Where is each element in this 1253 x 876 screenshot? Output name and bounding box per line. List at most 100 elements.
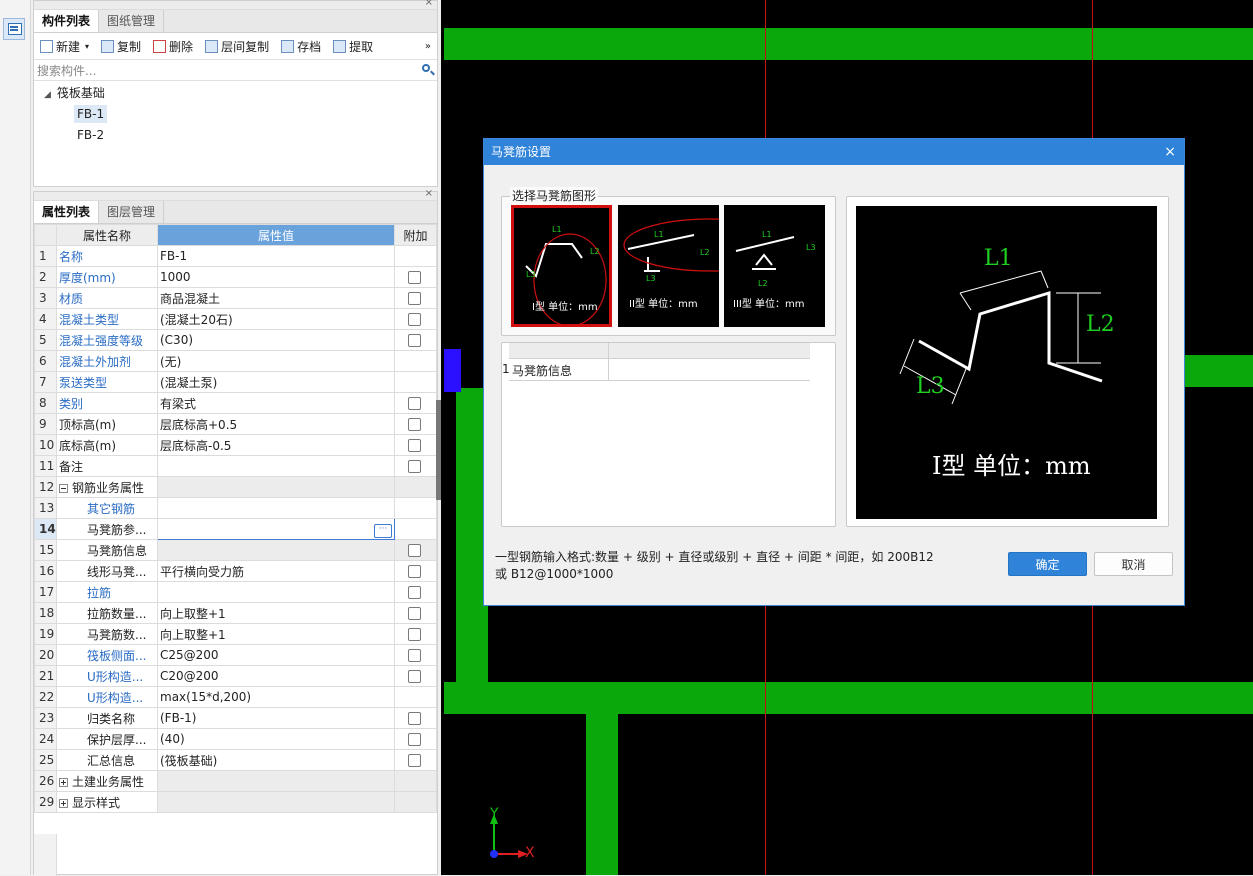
property-row[interactable]: 26 土建业务属性 xyxy=(34,770,437,792)
extra-checkbox[interactable] xyxy=(408,313,421,326)
property-value-cell[interactable]: 商品混凝土 xyxy=(157,287,395,309)
property-row[interactable]: 2 厚度(mm) 1000 xyxy=(34,266,437,288)
property-row[interactable]: 16 线形马凳... 平行横向受力筋 xyxy=(34,560,437,582)
property-row[interactable]: 13 其它钢筋 xyxy=(34,497,437,519)
property-row[interactable]: 10 底标高(m) 层底标高-0.5 xyxy=(34,434,437,456)
property-value-cell[interactable]: 层底标高-0.5 xyxy=(157,434,395,456)
extra-checkbox[interactable] xyxy=(408,733,421,746)
property-row[interactable]: 7 泵送类型 (混凝土泵) xyxy=(34,371,437,393)
expand-icon[interactable] xyxy=(59,798,68,808)
property-value-cell[interactable]: 向上取整+1 xyxy=(157,602,395,624)
tab-component-list[interactable]: 构件列表 xyxy=(34,10,100,32)
property-value-cell[interactable] xyxy=(157,770,395,792)
property-row[interactable]: 21 U形构造... C20@200 xyxy=(34,665,437,687)
property-row[interactable]: 18 拉筋数量... 向上取整+1 xyxy=(34,602,437,624)
extra-checkbox[interactable] xyxy=(408,670,421,683)
extra-checkbox[interactable] xyxy=(408,754,421,767)
property-value-cell[interactable]: 1000 xyxy=(157,266,395,288)
property-value-cell[interactable] xyxy=(157,791,395,813)
extra-checkbox[interactable] xyxy=(408,544,421,557)
search-icon[interactable] xyxy=(422,64,430,72)
property-value-cell[interactable]: 有梁式 xyxy=(157,392,395,414)
property-value-cell[interactable]: max(15*d,200) xyxy=(157,686,395,708)
floor-copy-button[interactable]: 层间复制 xyxy=(205,38,269,55)
info-table-row[interactable]: 1 马凳筋信息 xyxy=(502,359,810,381)
archive-button[interactable]: 存档 xyxy=(281,38,321,55)
expand-icon[interactable] xyxy=(59,777,68,787)
property-value-cell[interactable]: 层底标高+0.5 xyxy=(157,413,395,435)
extra-checkbox[interactable] xyxy=(408,397,421,410)
close-icon[interactable]: × xyxy=(425,0,433,8)
close-icon[interactable]: × xyxy=(1164,139,1176,165)
property-value-cell[interactable] xyxy=(157,581,395,603)
property-row[interactable]: 20 筏板侧面... C25@200 xyxy=(34,644,437,666)
property-row[interactable]: 19 马凳筋数... 向上取整+1 xyxy=(34,623,437,645)
property-row[interactable]: 23 归类名称 (FB-1) xyxy=(34,707,437,729)
property-value-cell[interactable] xyxy=(157,476,395,498)
property-value-cell[interactable]: (筏板基础) xyxy=(157,749,395,771)
extract-button[interactable]: 提取 xyxy=(333,38,373,55)
property-value-cell[interactable]: (无) xyxy=(157,350,395,372)
tab-layer-management[interactable]: 图层管理 xyxy=(99,201,165,223)
property-row[interactable]: 9 顶标高(m) 层底标高+0.5 xyxy=(34,413,437,435)
tree-item-fb1[interactable]: FB-1 xyxy=(34,104,437,125)
property-value-cell[interactable]: C20@200 xyxy=(157,665,395,687)
property-row[interactable]: 17 拉筋 xyxy=(34,581,437,603)
property-row[interactable]: 25 汇总信息 (筏板基础) xyxy=(34,749,437,771)
property-row[interactable]: 22 U形构造... max(15*d,200) xyxy=(34,686,437,708)
property-row[interactable]: 4 混凝土类型 (混凝土20石) xyxy=(34,308,437,330)
cancel-button[interactable]: 取消 xyxy=(1094,552,1173,576)
extra-checkbox[interactable] xyxy=(408,628,421,641)
property-row[interactable]: 15 马凳筋信息 xyxy=(34,539,437,561)
property-value-cell[interactable]: FB-1 xyxy=(157,245,395,267)
property-row[interactable]: 8 类别 有梁式 xyxy=(34,392,437,414)
property-value-cell[interactable]: (40) xyxy=(157,728,395,750)
property-row[interactable]: 11 备注 xyxy=(34,455,437,477)
extra-checkbox[interactable] xyxy=(408,586,421,599)
property-value-cell[interactable]: (FB-1) xyxy=(157,707,395,729)
extra-checkbox[interactable] xyxy=(408,649,421,662)
property-row[interactable]: 3 材质 商品混凝土 xyxy=(34,287,437,309)
property-value-cell[interactable]: 平行横向受力筋 xyxy=(157,560,395,582)
tab-drawing-management[interactable]: 图纸管理 xyxy=(99,10,165,32)
property-value-cell[interactable] xyxy=(157,497,395,519)
property-row[interactable]: 5 混凝土强度等级 (C30) xyxy=(34,329,437,351)
tab-property-list[interactable]: 属性列表 xyxy=(34,201,100,223)
property-row[interactable]: 14 马凳筋参... ··· xyxy=(34,518,437,540)
layout-icon[interactable] xyxy=(3,18,25,40)
property-value-editor[interactable]: ··· xyxy=(157,518,395,540)
collapse-icon[interactable] xyxy=(59,483,68,493)
property-value-cell[interactable] xyxy=(157,539,395,561)
extra-checkbox[interactable] xyxy=(408,565,421,578)
shape-thumb-type1[interactable]: L1 L2 L3 I型 单位：mm xyxy=(511,205,612,327)
new-button[interactable]: 新建 ▾ xyxy=(40,38,89,55)
extra-checkbox[interactable] xyxy=(408,460,421,473)
tree-group-raft-foundation[interactable]: ◢ 筏板基础 xyxy=(34,83,437,104)
extra-checkbox[interactable] xyxy=(408,418,421,431)
more-icon[interactable]: » xyxy=(425,41,431,52)
property-row[interactable]: 6 混凝土外加剂 (无) xyxy=(34,350,437,372)
ellipsis-button[interactable]: ··· xyxy=(374,523,392,538)
shape-thumb-type2[interactable]: L1 L2 L3 II型 单位：mm xyxy=(618,205,719,327)
extra-checkbox[interactable] xyxy=(408,334,421,347)
extra-checkbox[interactable] xyxy=(408,292,421,305)
delete-button[interactable]: 删除 xyxy=(153,38,193,55)
property-value-cell[interactable]: (混凝土20石) xyxy=(157,308,395,330)
shape-thumb-type3[interactable]: L1 L3 L2 III型 单位：mm xyxy=(724,205,825,327)
extra-checkbox[interactable] xyxy=(408,439,421,452)
property-value-cell[interactable]: (C30) xyxy=(157,329,395,351)
extra-checkbox[interactable] xyxy=(408,271,421,284)
property-row[interactable]: 12 钢筋业务属性 xyxy=(34,476,437,498)
property-row[interactable]: 24 保护层厚... (40) xyxy=(34,728,437,750)
tree-item-fb2[interactable]: FB-2 xyxy=(34,125,437,146)
property-value-cell[interactable]: 向上取整+1 xyxy=(157,623,395,645)
extra-checkbox[interactable] xyxy=(408,607,421,620)
close-icon[interactable]: × xyxy=(425,188,433,199)
copy-button[interactable]: 复制 xyxy=(101,38,141,55)
property-value-cell[interactable]: (混凝土泵) xyxy=(157,371,395,393)
property-value-cell[interactable] xyxy=(157,455,395,477)
ok-button[interactable]: 确定 xyxy=(1008,552,1087,576)
property-row[interactable]: 1 名称 FB-1 xyxy=(34,245,437,267)
component-search-input[interactable]: 搜索构件... xyxy=(34,60,437,81)
property-row[interactable]: 29 显示样式 xyxy=(34,791,437,813)
